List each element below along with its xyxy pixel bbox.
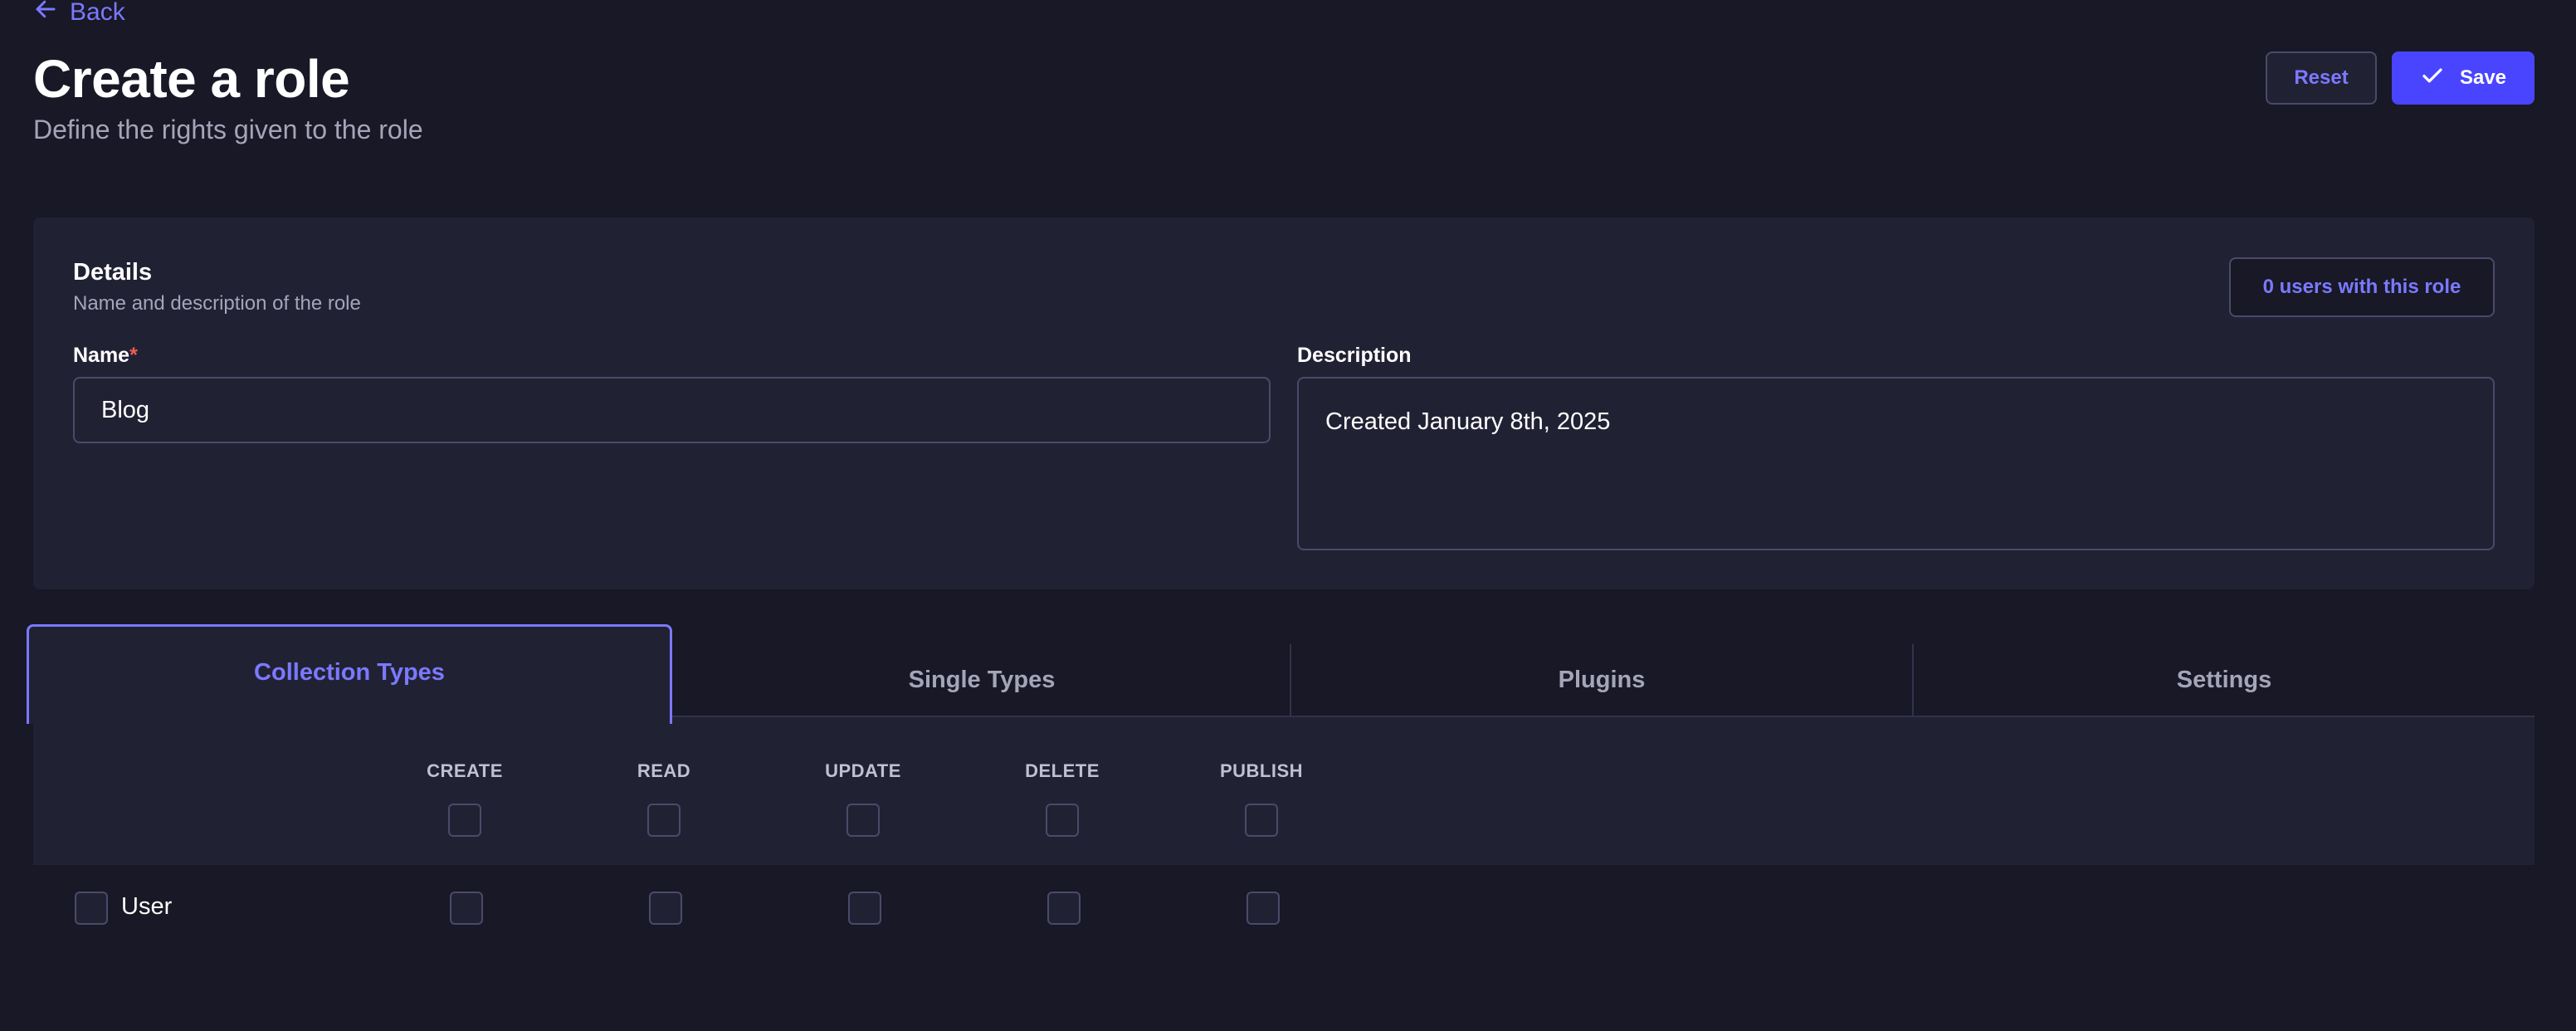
page-title: Create a role xyxy=(33,49,350,109)
select-all-delete-checkbox[interactable] xyxy=(1046,804,1079,837)
name-label: Name* xyxy=(73,344,138,368)
arrow-left-icon xyxy=(33,0,58,28)
page-subtitle: Define the rights given to the role xyxy=(33,115,423,144)
save-button[interactable]: Save xyxy=(2392,51,2535,105)
tab-settings[interactable]: Settings xyxy=(1914,644,2535,716)
description-label: Description xyxy=(1297,344,1412,367)
check-icon xyxy=(2420,63,2445,94)
save-label: Save xyxy=(2459,66,2507,89)
column-header-read: READ xyxy=(637,760,691,781)
tab-plugins[interactable]: Plugins xyxy=(1291,644,1912,716)
row-label-user: User xyxy=(121,893,173,920)
back-link[interactable]: Back xyxy=(33,0,125,28)
user-create-checkbox[interactable] xyxy=(450,892,483,925)
user-read-checkbox[interactable] xyxy=(649,892,682,925)
row-select-checkbox[interactable] xyxy=(75,892,108,925)
reset-button[interactable]: Reset xyxy=(2266,51,2377,105)
select-all-create-checkbox[interactable] xyxy=(448,804,481,837)
select-all-read-checkbox[interactable] xyxy=(647,804,681,837)
users-with-role-button[interactable]: 0 users with this role xyxy=(2229,257,2495,317)
back-label: Back xyxy=(70,0,125,26)
tab-collection-types[interactable]: Collection Types xyxy=(27,624,672,724)
details-subtitle: Name and description of the role xyxy=(73,292,361,315)
user-update-checkbox[interactable] xyxy=(848,892,881,925)
column-header-delete: DELETE xyxy=(1025,760,1100,781)
permissions-header xyxy=(33,717,2535,865)
user-publish-checkbox[interactable] xyxy=(1247,892,1280,925)
description-textarea[interactable]: Created January 8th, 2025 xyxy=(1297,377,2495,550)
table-row xyxy=(33,865,2535,951)
required-asterisk: * xyxy=(129,344,138,367)
details-title: Details xyxy=(73,259,153,286)
column-header-update: UPDATE xyxy=(825,760,901,781)
name-input[interactable]: Blog xyxy=(73,377,1271,443)
user-delete-checkbox[interactable] xyxy=(1047,892,1081,925)
column-header-publish: PUBLISH xyxy=(1219,760,1304,781)
column-header-create: CREATE xyxy=(427,760,503,781)
tab-divider xyxy=(672,716,2535,717)
name-label-text: Name xyxy=(73,344,130,367)
select-all-publish-checkbox[interactable] xyxy=(1245,804,1278,837)
select-all-update-checkbox[interactable] xyxy=(846,804,880,837)
tab-single-types[interactable]: Single Types xyxy=(674,644,1290,716)
